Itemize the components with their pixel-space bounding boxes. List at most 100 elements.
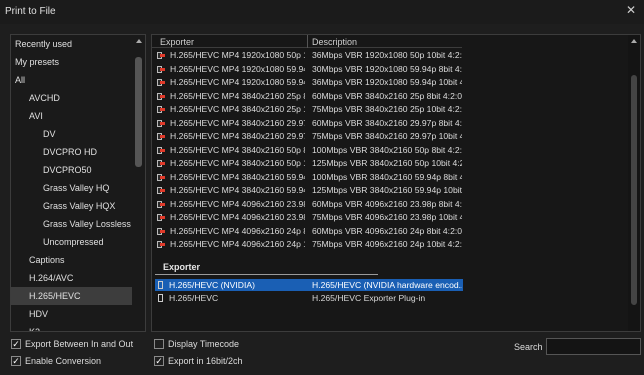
preset-name: H.265/HEVC MP4 3840x2160 25p 1... bbox=[170, 104, 305, 114]
column-exporter[interactable]: Exporter bbox=[160, 37, 194, 47]
tree-item[interactable]: DVCPRO50 bbox=[11, 161, 132, 179]
tree-scrollbar[interactable] bbox=[132, 35, 145, 331]
preset-row[interactable]: H.265/HEVC MP4 3840x2160 29.97... 75Mbps … bbox=[152, 130, 462, 144]
tree-item[interactable]: All bbox=[11, 71, 132, 89]
preset-row[interactable]: H.265/HEVC MP4 4096x2160 24p 8bit 60Mbps … bbox=[152, 225, 462, 239]
preset-file-icon bbox=[157, 173, 165, 182]
preset-description: 100Mbps VBR 3840x2160 59.94p 8bit 4:2:0 bbox=[312, 171, 462, 182]
preset-description: 75Mbps VBR 3840x2160 25p 10bit 4:2:0 bbox=[312, 104, 462, 114]
preset-name: H.265/HEVC MP4 3840x2160 59.94... bbox=[170, 171, 305, 182]
preset-row[interactable]: H.265/HEVC MP4 3840x2160 25p 8bit 60Mbps … bbox=[152, 90, 462, 104]
preset-row[interactable]: H.265/HEVC MP4 3840x2160 59.94... 100Mbps… bbox=[152, 171, 462, 185]
preset-name: H.265/HEVC MP4 3840x2160 29.97... bbox=[170, 117, 305, 128]
export-between-label: Export Between In and Out bbox=[25, 339, 134, 349]
category-tree[interactable]: Recently used My presets All AVCHD AVI DV DVCP… bbox=[10, 34, 146, 332]
preset-name: H.265/HEVC MP4 1920x1080 59.94... bbox=[170, 63, 305, 74]
tree-item[interactable]: My presets bbox=[11, 53, 132, 71]
preset-description: 100Mbps VBR 3840x2160 50p 8bit 4:2:0 bbox=[312, 144, 462, 155]
preset-list-header: Exporter Description bbox=[152, 35, 462, 48]
exporter-heading: Exporter bbox=[163, 262, 201, 272]
preset-row[interactable]: H.265/HEVC MP4 3840x2160 50p 8bit 100Mbps… bbox=[152, 144, 462, 158]
exporter-row[interactable]: H.265/HEVC H.265/HEVC Exporter Plug-in bbox=[155, 292, 463, 304]
preset-file-icon bbox=[157, 227, 165, 236]
preset-file-icon bbox=[157, 146, 165, 155]
preset-row[interactable]: H.265/HEVC MP4 4096x2160 23.98... 75Mbps … bbox=[152, 211, 462, 225]
preset-description: 60Mbps VBR 4096x2160 23.98p 8bit 4:2:0 bbox=[312, 198, 462, 209]
preset-file-icon bbox=[157, 160, 165, 168]
preset-row[interactable]: H.265/HEVC MP4 3840x2160 25p 1... 75Mbps … bbox=[152, 103, 462, 117]
tree-item[interactable]: DVCPRO HD bbox=[11, 143, 132, 161]
preset-row[interactable]: H.265/HEVC MP4 1920x1080 59.94... 36Mbps … bbox=[152, 76, 462, 90]
scroll-up-icon[interactable] bbox=[136, 39, 142, 43]
scroll-up-icon[interactable] bbox=[631, 39, 637, 43]
preset-row[interactable]: H.265/HEVC MP4 3840x2160 50p 1... 125Mbps… bbox=[152, 157, 462, 171]
close-icon[interactable]: ✕ bbox=[624, 3, 638, 17]
preset-description: 30Mbps VBR 1920x1080 59.94p 8bit 4:2:0 bbox=[312, 63, 462, 74]
preset-file-icon bbox=[157, 106, 165, 114]
tree-item[interactable]: HDV bbox=[11, 305, 132, 323]
preset-name: H.265/HEVC MP4 4096x2160 23.98... bbox=[170, 198, 305, 209]
tree-item[interactable]: H.264/AVC bbox=[11, 269, 132, 287]
preset-name: H.265/HEVC MP4 4096x2160 23.98... bbox=[170, 212, 305, 222]
preset-pane: Exporter Description Exporter H.265/HEVC… bbox=[151, 34, 641, 332]
tree-scroll-thumb[interactable] bbox=[135, 57, 142, 167]
exporter-row[interactable]: H.265/HEVC (NVIDIA) H.265/HEVC (NVIDIA ha… bbox=[155, 279, 463, 291]
preset-file-icon bbox=[157, 200, 165, 209]
preset-file-icon bbox=[157, 79, 165, 87]
tree-item[interactable]: AVI bbox=[11, 107, 132, 125]
column-description[interactable]: Description bbox=[312, 37, 357, 47]
preset-row[interactable]: H.265/HEVC MP4 3840x2160 59.94... 125Mbps… bbox=[152, 184, 462, 198]
preset-name: H.265/HEVC MP4 3840x2160 59.94... bbox=[170, 185, 305, 195]
divider bbox=[155, 274, 378, 275]
enable-conversion-label: Enable Conversion bbox=[25, 356, 102, 366]
exporter-name: H.265/HEVC (NVIDIA) bbox=[169, 280, 255, 290]
preset-row[interactable]: H.265/HEVC MP4 3840x2160 29.97... 60Mbps … bbox=[152, 117, 462, 131]
tree-item[interactable]: AVCHD bbox=[11, 89, 132, 107]
tree-item[interactable]: Recently used bbox=[11, 35, 132, 53]
exporter-name: H.265/HEVC bbox=[169, 293, 219, 303]
exporter-icon bbox=[158, 294, 163, 302]
preset-file-icon bbox=[157, 92, 165, 101]
column-divider[interactable] bbox=[307, 35, 308, 48]
export-16bit-checkbox[interactable]: ✓ bbox=[154, 356, 164, 366]
preset-description: 125Mbps VBR 3840x2160 50p 10bit 4:2:0 bbox=[312, 158, 462, 168]
preset-row[interactable]: H.265/HEVC MP4 4096x2160 24p 1... 75Mbps … bbox=[152, 238, 462, 252]
display-timecode-label: Display Timecode bbox=[168, 339, 240, 349]
enable-conversion-checkbox[interactable]: ✓ bbox=[11, 356, 21, 366]
preset-description: 125Mbps VBR 3840x2160 59.94p 10bit 4:2:0 bbox=[312, 185, 462, 195]
title-bar: Print to File ✕ bbox=[0, 0, 644, 24]
tree-item[interactable]: Uncompressed bbox=[11, 233, 132, 251]
preset-list-scrollbar[interactable] bbox=[628, 35, 640, 331]
window-title: Print to File bbox=[5, 6, 56, 17]
preset-row[interactable]: H.265/HEVC MP4 1920x1080 59.94... 30Mbps … bbox=[152, 63, 462, 77]
preset-name: H.265/HEVC MP4 1920x1080 59.94... bbox=[170, 77, 305, 87]
tree-item[interactable]: Captions bbox=[11, 251, 132, 269]
preset-description: 75Mbps VBR 4096x2160 24p 10bit 4:2:0 bbox=[312, 239, 462, 249]
preset-file-icon bbox=[157, 214, 165, 222]
preset-description: 75Mbps VBR 4096x2160 23.98p 10bit 4:2:0 bbox=[312, 212, 462, 222]
preset-row[interactable]: H.265/HEVC MP4 4096x2160 23.98... 60Mbps … bbox=[152, 198, 462, 212]
exporter-icon bbox=[158, 281, 163, 289]
preset-file-icon bbox=[157, 133, 165, 141]
preset-row[interactable]: H.265/HEVC MP4 1920x1080 50p 1... 36Mbps … bbox=[152, 49, 462, 63]
search-label: Search bbox=[514, 342, 543, 352]
exporter-description: H.265/HEVC Exporter Plug-in bbox=[312, 293, 426, 303]
exporter-description: H.265/HEVC (NVIDIA hardware encod... bbox=[312, 280, 462, 290]
tree-item[interactable]: H.265/HEVC bbox=[11, 287, 132, 305]
preset-file-icon bbox=[157, 241, 165, 249]
preset-name: H.265/HEVC MP4 3840x2160 29.97... bbox=[170, 131, 305, 141]
preset-file-icon bbox=[157, 187, 165, 195]
tree-item[interactable]: K2 bbox=[11, 323, 132, 331]
display-timecode-checkbox[interactable] bbox=[154, 339, 164, 349]
export-16bit-label: Export in 16bit/2ch bbox=[168, 356, 243, 366]
preset-description: 60Mbps VBR 3840x2160 29.97p 8bit 4:2:0 bbox=[312, 117, 462, 128]
search-input[interactable] bbox=[546, 338, 641, 355]
preset-scroll-thumb[interactable] bbox=[631, 75, 637, 305]
tree-item[interactable]: DV bbox=[11, 125, 132, 143]
preset-description: 60Mbps VBR 3840x2160 25p 8bit 4:2:0 bbox=[312, 90, 462, 101]
tree-item[interactable]: Grass Valley HQ bbox=[11, 179, 132, 197]
export-between-checkbox[interactable]: ✓ bbox=[11, 339, 21, 349]
preset-name: H.265/HEVC MP4 3840x2160 25p 8bit bbox=[170, 90, 305, 101]
tree-item[interactable]: Grass Valley HQX bbox=[11, 197, 132, 215]
tree-item[interactable]: Grass Valley Lossless bbox=[11, 215, 132, 233]
